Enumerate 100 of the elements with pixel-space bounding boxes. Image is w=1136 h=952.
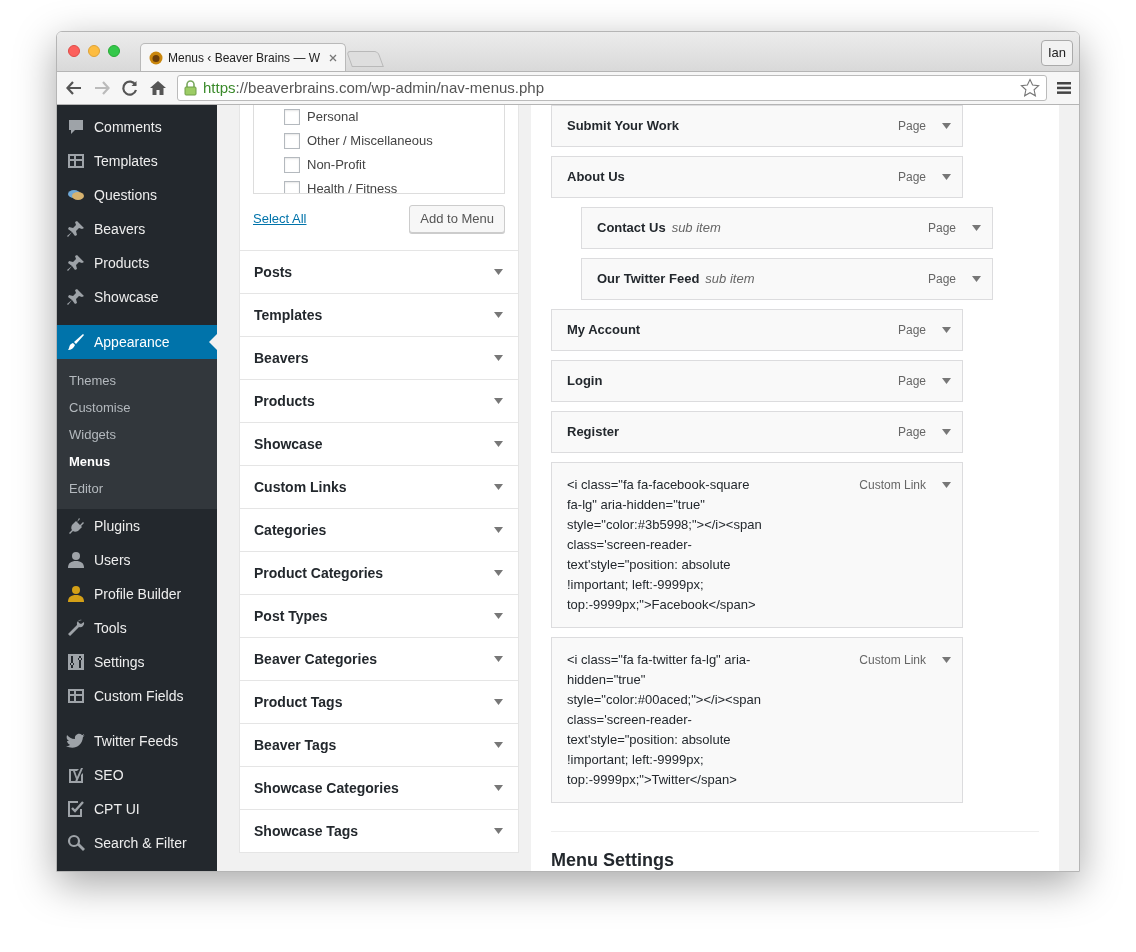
accordion-section-header[interactable]: Templates bbox=[240, 293, 518, 336]
wrench-icon bbox=[66, 618, 86, 638]
checklist-item[interactable]: Personal bbox=[284, 105, 504, 129]
menu-item[interactable]: About Us Page bbox=[551, 156, 963, 198]
checkbox[interactable] bbox=[284, 133, 300, 149]
select-all-link[interactable]: Select All bbox=[253, 209, 307, 229]
menu-item-title: Login bbox=[567, 372, 603, 391]
sidebar-item[interactable]: Twitter Feeds bbox=[57, 724, 217, 758]
accordion-section-header[interactable]: Beaver Tags bbox=[240, 723, 518, 766]
profile-button[interactable]: Ian bbox=[1040, 39, 1073, 66]
menu-item[interactable] bbox=[551, 637, 963, 803]
item-type-label: Page bbox=[897, 424, 926, 441]
menu-item-title: About Us bbox=[567, 168, 625, 187]
expand-caret-icon[interactable] bbox=[941, 429, 951, 435]
reload-icon[interactable] bbox=[121, 79, 139, 97]
sidebar-item[interactable]: Tools bbox=[57, 611, 217, 645]
submenu-item[interactable]: Themes bbox=[57, 367, 217, 394]
accordion-section-header[interactable]: Product Categories bbox=[240, 551, 518, 594]
url-text: https://beaverbrains.com/wp-admin/nav-menus.php bbox=[203, 77, 544, 98]
sub-item-label: sub item bbox=[705, 270, 755, 289]
accordion-section-header[interactable]: Post Types bbox=[240, 594, 518, 637]
accordion-section-header[interactable]: Product Tags bbox=[240, 680, 518, 723]
item-type-label: Page bbox=[897, 322, 926, 339]
item-type-label: Page bbox=[897, 118, 926, 135]
pushpin-icon bbox=[66, 287, 86, 307]
expand-caret-icon[interactable] bbox=[971, 276, 981, 282]
sidebar-item[interactable]: SEO bbox=[57, 758, 217, 792]
checkbox[interactable] bbox=[284, 181, 300, 193]
sidebar-item[interactable]: Users bbox=[57, 543, 217, 577]
checkbox[interactable] bbox=[284, 157, 300, 173]
submenu-item[interactable]: Widgets bbox=[57, 421, 217, 448]
sidebar-item[interactable]: Products bbox=[57, 246, 217, 280]
sidebar-item[interactable]: CPT UI bbox=[57, 792, 217, 826]
item-type-label: Custom Link bbox=[859, 477, 926, 494]
accordion-section-header[interactable]: Categories bbox=[240, 508, 518, 551]
expand-caret-icon[interactable] bbox=[941, 327, 951, 333]
home-icon[interactable] bbox=[149, 79, 167, 97]
accordion-section-header[interactable]: Beavers bbox=[240, 336, 518, 379]
submenu-item[interactable]: Editor bbox=[57, 475, 217, 502]
accordion-section-header[interactable]: Showcase bbox=[240, 422, 518, 465]
address-bar[interactable]: https://beaverbrains.com/wp-admin/nav-menus.php bbox=[177, 75, 1047, 101]
sidebar-item[interactable]: Questions bbox=[57, 178, 217, 212]
menu-item[interactable]: Login Page bbox=[551, 360, 963, 402]
caret-icon bbox=[494, 269, 503, 275]
menu-item-title: Submit Your Work bbox=[567, 117, 679, 136]
browser-tab[interactable]: Menus ‹ Beaver Brains — W bbox=[140, 43, 347, 71]
sidebar-item[interactable]: Appearance bbox=[57, 325, 217, 359]
caret-icon bbox=[494, 699, 503, 705]
submenu-item[interactable]: Menus bbox=[57, 448, 217, 475]
bird-icon bbox=[66, 731, 86, 751]
checkbox[interactable] bbox=[284, 109, 300, 125]
expand-caret-icon[interactable] bbox=[971, 225, 981, 231]
item-type-label: Page bbox=[927, 220, 956, 237]
sidebar-item[interactable]: Beavers bbox=[57, 212, 217, 246]
accordion-section-header[interactable]: Posts bbox=[240, 250, 518, 293]
menu-icon[interactable] bbox=[1057, 82, 1071, 94]
sidebar-item[interactable]: Settings bbox=[57, 645, 217, 679]
speech-bubble-icon bbox=[66, 117, 86, 137]
person-icon bbox=[66, 584, 86, 604]
expand-caret-icon[interactable] bbox=[941, 174, 951, 180]
accordion-section-header[interactable]: Products bbox=[240, 379, 518, 422]
accordion-section-header[interactable]: Showcase Tags bbox=[240, 809, 518, 852]
caret-icon bbox=[494, 484, 503, 490]
add-to-menu-button[interactable]: Add to Menu bbox=[409, 205, 505, 233]
item-type-label: Page bbox=[927, 271, 956, 288]
caret-icon bbox=[494, 527, 503, 533]
back-icon[interactable] bbox=[65, 79, 83, 97]
submenu-item[interactable]: Customise bbox=[57, 394, 217, 421]
sidebar-item[interactable]: Comments bbox=[57, 110, 217, 144]
close-window-button[interactable] bbox=[68, 44, 80, 57]
checklist-item[interactable]: Other / Miscellaneous bbox=[284, 129, 504, 153]
caret-icon bbox=[494, 312, 503, 318]
pushpin-icon bbox=[66, 219, 86, 239]
expand-caret-icon[interactable] bbox=[941, 482, 951, 488]
accordion-section-header[interactable]: Showcase Categories bbox=[240, 766, 518, 809]
caret-icon bbox=[494, 398, 503, 404]
accordion-section-header[interactable]: Custom Links bbox=[240, 465, 518, 508]
expand-caret-icon[interactable] bbox=[941, 123, 951, 129]
sidebar-item[interactable]: Search & Filter bbox=[57, 826, 217, 860]
menu-item[interactable]: Our Twitter Feed sub item Page bbox=[581, 258, 993, 300]
expand-caret-icon[interactable] bbox=[941, 378, 951, 384]
menu-item[interactable]: My Account Page bbox=[551, 309, 963, 351]
menu-item[interactable]: Register Page bbox=[551, 411, 963, 453]
accordion-section-header[interactable]: Beaver Categories bbox=[240, 637, 518, 680]
expand-caret-icon[interactable] bbox=[941, 657, 951, 663]
menu-item[interactable]: Submit Your Work Page bbox=[551, 105, 963, 147]
menu-item-title: My Account bbox=[567, 321, 641, 340]
caret-icon bbox=[494, 570, 503, 576]
sidebar-item[interactable]: Showcase bbox=[57, 280, 217, 314]
checklist-item[interactable]: Health / Fitness bbox=[284, 177, 504, 193]
bookmark-star-icon[interactable] bbox=[1020, 78, 1040, 98]
sidebar-item[interactable]: Templates bbox=[57, 144, 217, 178]
sidebar-item[interactable]: Custom Fields bbox=[57, 679, 217, 713]
menu-item[interactable] bbox=[551, 462, 963, 628]
checklist-item[interactable]: Non-Profit bbox=[284, 153, 504, 177]
sidebar-item[interactable]: Profile Builder bbox=[57, 577, 217, 611]
menu-item[interactable]: Contact Us sub item Page bbox=[581, 207, 993, 249]
sidebar-item[interactable]: Plugins bbox=[57, 509, 217, 543]
zoom-window-button[interactable] bbox=[108, 44, 120, 57]
close-tab-icon[interactable] bbox=[329, 53, 338, 62]
